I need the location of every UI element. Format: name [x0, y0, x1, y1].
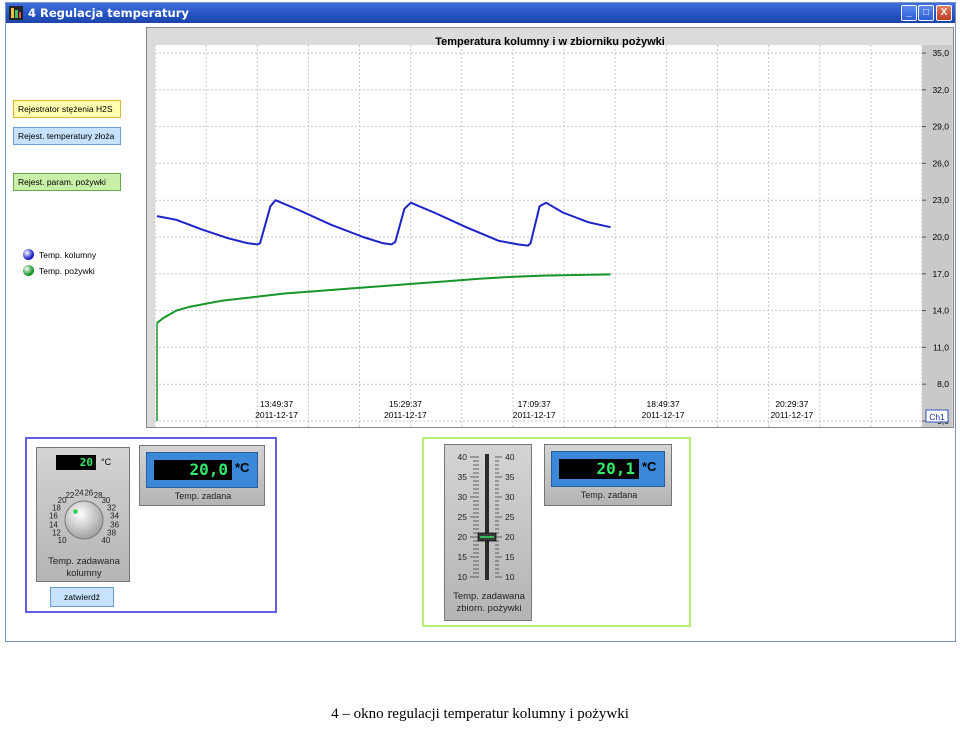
x-tick-time: 20:29:37: [775, 399, 808, 409]
x-tick-date: 2011-12-17: [255, 410, 298, 420]
x-tick-date: 2011-12-17: [770, 410, 813, 420]
meter-value: 20,0: [154, 460, 232, 480]
x-tick-date: 2011-12-17: [642, 410, 685, 420]
knob-scale-label: 12: [52, 529, 61, 538]
slider-scale-left: 10: [458, 572, 468, 582]
temperature-slider[interactable]: 40 40 35 35 30 30 25 25 20 20 15 15 10 10: [445, 445, 533, 590]
x-tick-time: 15:29:37: [389, 399, 422, 409]
meter-unit: *C: [235, 460, 250, 475]
slider-scale-left: 15: [458, 552, 468, 562]
slider-scale-right: 35: [505, 472, 515, 482]
window-title: 4 Regulacja temperatury: [28, 6, 189, 20]
y-tick-label: 29,0: [932, 122, 949, 132]
knob-scale-label: 40: [101, 536, 110, 545]
slider-label: Temp. zadawana zbiorn. pożywki: [453, 591, 525, 614]
channel-label: Ch1: [929, 412, 945, 422]
chart-title: Temperatura kolumny i w zbiorniku pożywk…: [435, 36, 665, 48]
sidebar-button[interactable]: Rejest. param. pożywki: [13, 173, 121, 191]
x-tick-time: 18:49:37: [646, 399, 679, 409]
title-bar[interactable]: 4 Regulacja temperatury _ □ X: [6, 3, 955, 23]
slider-scale-right: 20: [505, 532, 515, 542]
slider-scale-right: 25: [505, 512, 515, 522]
app-icon: [9, 6, 23, 20]
legend-marker: [23, 265, 34, 276]
meter-label: Temp. zadana: [174, 491, 232, 501]
y-tick-label: 8,0: [937, 379, 949, 389]
knob-label: Temp. zadawana kolumny: [48, 556, 120, 579]
meter-label: Temp. zadana: [580, 490, 638, 500]
meter-unit: *C: [642, 459, 657, 474]
slider-track: [485, 454, 489, 580]
slider-scale-right: 30: [505, 492, 515, 502]
knob-scale-label: 16: [49, 512, 58, 521]
knob-scale-label: 14: [49, 520, 58, 529]
knob-scale-label: 34: [110, 512, 119, 521]
plot-area: [155, 45, 922, 429]
knob-unit: °C: [101, 457, 112, 467]
slider-control: 40 40 35 35 30 30 25 25 20 20 15 15 10 10 Temp. zadaw…: [444, 444, 532, 621]
slider-scale-left: 20: [458, 532, 468, 542]
figure-caption: 4 – okno regulacji temperatur kolumny i …: [331, 706, 629, 722]
y-tick-label: 23,0: [932, 195, 949, 205]
sidebar-button[interactable]: Rejest. temperatury złoża: [13, 127, 121, 145]
confirm-button[interactable]: zatwierdź: [50, 587, 114, 607]
y-tick-label: 32,0: [932, 85, 949, 95]
temperature-chart: Temperatura kolumny i w zbiorniku pożywk…: [146, 27, 954, 429]
slider-scale-left: 35: [458, 472, 468, 482]
temperature-knob[interactable]: 10121416182022 24 26 28303234363840: [37, 472, 131, 556]
close-button[interactable]: X: [936, 5, 952, 21]
chart-svg: Temperatura kolumny i w zbiorniku pożywk…: [147, 28, 953, 429]
slider-scale-left: 30: [458, 492, 468, 502]
knob-scale-label: 24: [75, 488, 84, 497]
knob-scale-label: 22: [65, 491, 74, 500]
slider-scale-right: 40: [505, 452, 515, 462]
sidebar-button[interactable]: Rejestrator stężenia H2S: [13, 100, 121, 118]
legend-label: Temp. pożywki: [39, 266, 95, 276]
x-tick-date: 2011-12-17: [513, 410, 556, 420]
slider-scale-right: 10: [505, 572, 515, 582]
knob-indicator: [73, 509, 78, 514]
y-tick-label: 26,0: [932, 158, 949, 168]
column-control-panel: 20 °C 10 12 14 16 18 20 22 24 26 28 30 32 34 36 38 40 T…: [25, 437, 277, 613]
y-tick-label: 20,0: [932, 232, 949, 242]
knob-scale-label: 26: [84, 488, 93, 497]
maximize-button[interactable]: □: [918, 5, 934, 21]
slider-scale-left: 25: [458, 512, 468, 522]
legend-item: Temp. kolumny: [23, 249, 97, 260]
knob-control: 20 °C 10 12 14 16 18 20 22 24 26 28 30 32 34 36 38 40 T…: [36, 447, 130, 582]
x-tick-date: 2011-12-17: [384, 410, 427, 420]
legend-item: Temp. pożywki: [23, 265, 95, 276]
slider-scale-right: 15: [505, 552, 515, 562]
knob-dial[interactable]: [64, 500, 104, 540]
legend-marker: [23, 249, 34, 260]
meter-value: 20,1: [559, 459, 639, 479]
y-tick-label: 11,0: [933, 342, 949, 352]
x-tick-time: 13:49:37: [260, 399, 293, 409]
meter-frame: 20,0 *C: [146, 452, 258, 488]
feed-control-panel: 40 40 35 35 30 30 25 25 20 20 15 15 10 10 Temp. zadaw…: [422, 437, 691, 627]
meter-temp-column: 20,0 *C Temp. zadana: [139, 445, 265, 506]
y-tick-label: 17,0: [932, 269, 949, 279]
legend-label: Temp. kolumny: [39, 250, 97, 260]
x-tick-time: 17:09:37: [518, 399, 551, 409]
y-tick-label: 14,0: [932, 306, 949, 316]
meter-frame: 20,1 *C: [551, 451, 665, 487]
knob-display: 20: [56, 455, 96, 470]
slider-scale-left: 40: [458, 452, 468, 462]
minimize-button[interactable]: _: [901, 5, 917, 21]
meter-temp-feed: 20,1 *C Temp. zadana: [544, 444, 672, 506]
y-tick-label: 35,0: [932, 48, 949, 58]
